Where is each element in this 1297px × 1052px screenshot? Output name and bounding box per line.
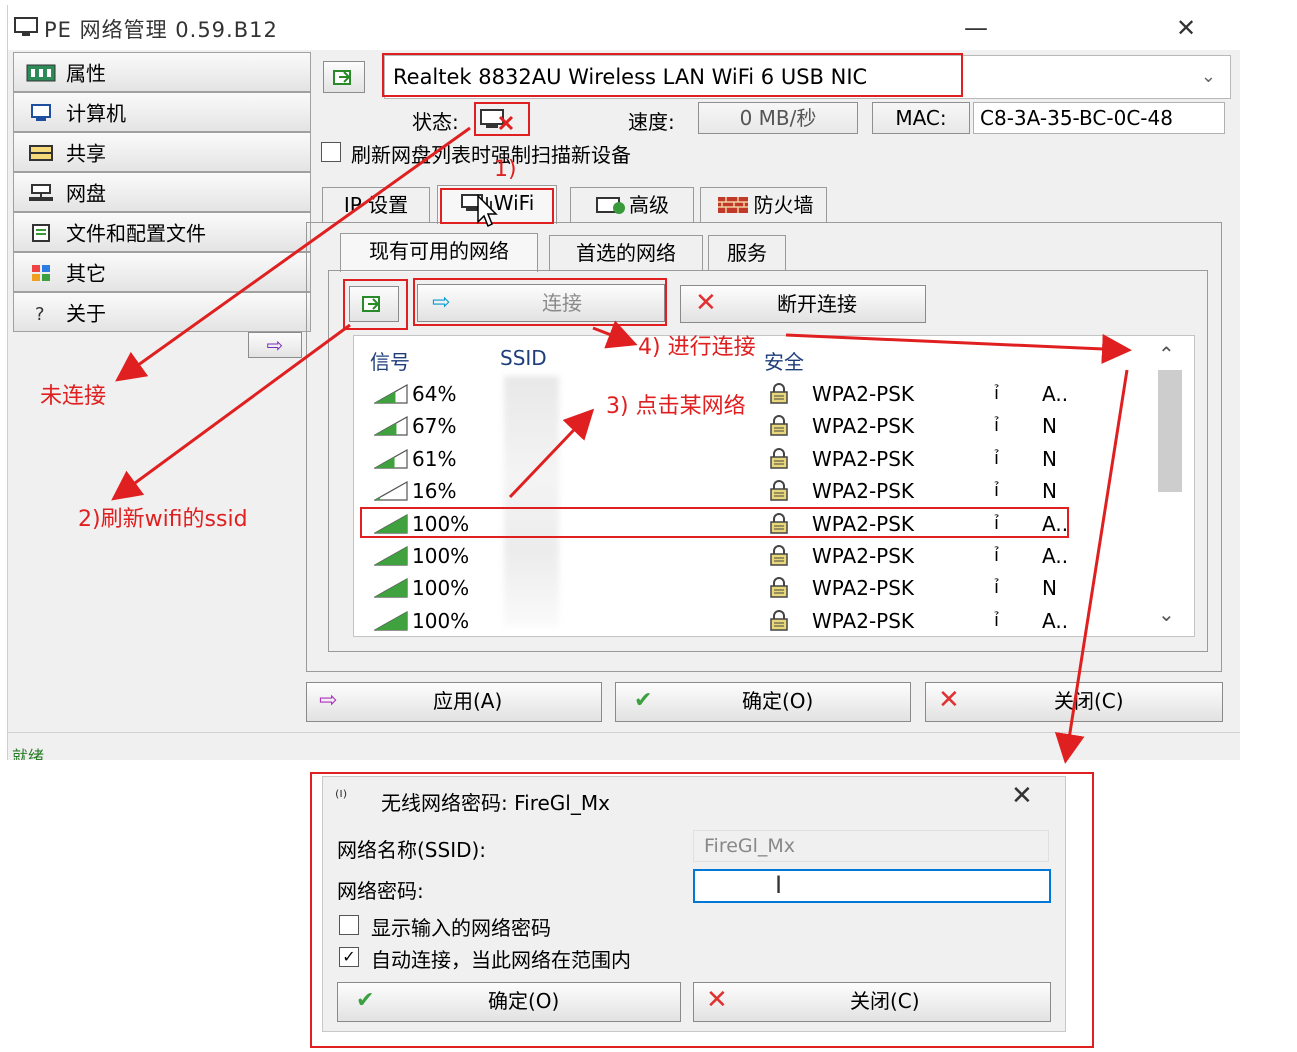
- highlight-dialog: [310, 772, 1094, 1048]
